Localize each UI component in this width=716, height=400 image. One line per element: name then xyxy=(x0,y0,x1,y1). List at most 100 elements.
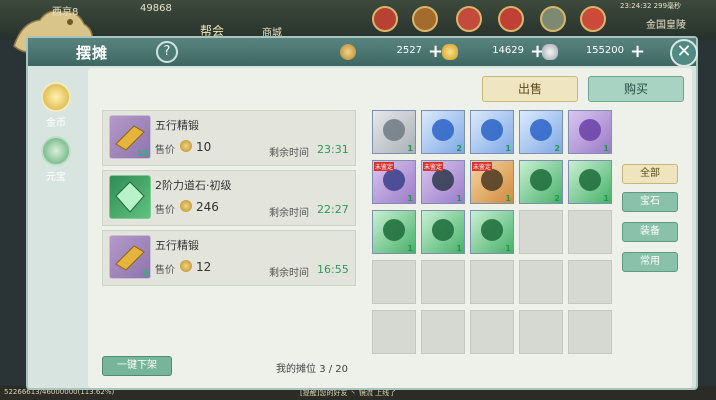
item-name: 五行精锻 xyxy=(155,239,199,252)
content-panel: 出售 购买 13 五行精锻 售价 10 剩余时间 23:31 2阶力道石·初级 … xyxy=(88,68,692,388)
inventory-slot[interactable]: 未鉴定 1 xyxy=(421,160,465,204)
stall-label: 我的摊位 xyxy=(276,364,316,375)
clock: 23:24:32 299毫秒 xyxy=(620,2,682,10)
item-quantity: 1 xyxy=(505,194,511,203)
empty-slot[interactable] xyxy=(421,260,465,304)
inventory-slot[interactable]: 未鉴定 1 xyxy=(372,160,416,204)
gold-bar-icon: 5 xyxy=(109,235,151,279)
inventory-slot[interactable]: 1 xyxy=(421,210,465,254)
inventory-slot[interactable]: 1 xyxy=(568,160,612,204)
sell-tab-button[interactable]: 出售 xyxy=(482,76,578,102)
hud-avatar[interactable] xyxy=(372,6,398,32)
inventory-slot[interactable]: 1 xyxy=(372,210,416,254)
item-quantity: 1 xyxy=(407,194,413,203)
hud-avatar[interactable] xyxy=(412,6,438,32)
category-gems[interactable]: 宝石 xyxy=(622,192,678,212)
blue-flame-orb-icon xyxy=(432,119,454,141)
item-quantity: 1 xyxy=(603,194,609,203)
category-common[interactable]: 常用 xyxy=(622,252,678,272)
category-all[interactable]: 全部 xyxy=(622,164,678,184)
currency-value: 14629 xyxy=(492,45,524,56)
empty-slot[interactable] xyxy=(470,260,514,304)
inventory-slot[interactable]: 1 xyxy=(372,110,416,154)
listing-row[interactable]: 5 五行精锻 售价 12 剩余时间 16:55 xyxy=(102,230,356,286)
buy-tab-button[interactable]: 购买 xyxy=(588,76,684,102)
empty-slot[interactable] xyxy=(568,210,612,254)
help-button[interactable]: ? xyxy=(156,41,178,63)
blue-flame-orb-icon xyxy=(530,119,552,141)
empty-slot[interactable] xyxy=(519,260,563,304)
currency-gold: 14629 + xyxy=(442,41,552,62)
item-quantity: 1 xyxy=(505,144,511,153)
add-silver-button[interactable]: + xyxy=(630,41,645,62)
empty-slot[interactable] xyxy=(519,310,563,354)
listing-row[interactable]: 13 五行精锻 售价 10 剩余时间 23:31 xyxy=(102,110,356,166)
time-remaining: 22:27 xyxy=(317,203,349,216)
tab-yuanbao[interactable]: 元宝 xyxy=(32,136,80,184)
listing-row[interactable]: 2阶力道石·初级 售价 246 剩余时间 22:27 xyxy=(102,170,356,226)
close-button[interactable]: ✕ xyxy=(670,39,698,67)
player-name: 西京8 xyxy=(52,7,79,18)
add-copper-button[interactable]: + xyxy=(428,41,443,62)
quick-remove-button[interactable]: 一键下架 xyxy=(102,356,172,376)
grey-flame-orb-icon xyxy=(383,119,405,141)
item-quantity: 1 xyxy=(505,244,511,253)
inventory-slot[interactable]: 1 xyxy=(568,110,612,154)
inventory-slot[interactable]: 2 xyxy=(519,110,563,154)
gold-ingot-icon xyxy=(442,44,458,60)
empty-slot[interactable] xyxy=(421,310,465,354)
currency-silver: 155200 + xyxy=(542,41,652,62)
copper-coin-icon xyxy=(340,44,356,60)
tab-gold-coin[interactable]: 金币 xyxy=(32,82,80,130)
hud-avatar[interactable] xyxy=(498,6,524,32)
stall-value: 3 / 20 xyxy=(319,364,349,375)
empty-slot[interactable] xyxy=(519,210,563,254)
yuanbao-icon xyxy=(41,136,71,166)
time-label: 剩余时间 xyxy=(269,268,309,279)
item-name: 五行精锻 xyxy=(155,119,199,132)
empty-slot[interactable] xyxy=(568,310,612,354)
green-gem-icon xyxy=(481,219,503,241)
empty-slot[interactable] xyxy=(568,260,612,304)
item-quantity: 1 xyxy=(407,244,413,253)
currency-value: 2527 xyxy=(396,45,422,56)
green-gem-icon xyxy=(579,169,601,191)
currency-value: 155200 xyxy=(585,45,624,56)
inventory-slot[interactable]: 2 xyxy=(519,160,563,204)
inventory-slot[interactable]: 未鉴定 1 xyxy=(470,160,514,204)
hud-avatar[interactable] xyxy=(580,6,606,32)
gold-bar-icon: 13 xyxy=(109,115,151,159)
inventory-grid: 1 2 1 2 1 未鉴定 1 未鉴定 1 未鉴定 1 2 1 1 1 1 xyxy=(372,110,614,356)
stall-listings: 13 五行精锻 售价 10 剩余时间 23:31 2阶力道石·初级 售价 246… xyxy=(102,110,356,288)
power-value: 49868 xyxy=(140,3,172,14)
empty-slot[interactable] xyxy=(470,310,514,354)
time-label: 剩余时间 xyxy=(269,148,309,159)
inventory-slot[interactable]: 1 xyxy=(470,110,514,154)
tab-label: 金币 xyxy=(46,118,66,129)
time-label: 剩余时间 xyxy=(269,208,309,219)
inventory-slot[interactable]: 1 xyxy=(470,210,514,254)
coin-icon xyxy=(180,260,192,272)
empty-slot[interactable] xyxy=(372,260,416,304)
location-name: 金国皇陵 xyxy=(646,20,686,31)
item-quantity: 1 xyxy=(456,244,462,253)
purple-belt-icon xyxy=(383,169,405,191)
hud-avatar[interactable] xyxy=(456,6,482,32)
empty-slot[interactable] xyxy=(372,310,416,354)
hud-avatar[interactable] xyxy=(540,6,566,32)
blue-flame-orb-icon xyxy=(481,119,503,141)
coin-icon xyxy=(180,140,192,152)
price-value: 12 xyxy=(196,260,212,274)
unidentified-tag: 未鉴定 xyxy=(423,162,444,171)
green-gem-icon xyxy=(383,219,405,241)
purple-robe-icon xyxy=(579,119,601,141)
category-equipment[interactable]: 装备 xyxy=(622,222,678,242)
item-quantity: 2 xyxy=(554,194,560,203)
item-name: 2阶力道石·初级 xyxy=(155,179,232,192)
price-value: 10 xyxy=(196,140,212,154)
inventory-slot[interactable]: 2 xyxy=(421,110,465,154)
silver-ingot-icon xyxy=(542,44,558,60)
stall-window: 摆摊 ? 2527 + 14629 + 155200 + ✕ 金币 元宝 出售 … xyxy=(26,36,698,390)
green-gem-icon xyxy=(432,219,454,241)
gold-coin-icon xyxy=(41,82,71,112)
